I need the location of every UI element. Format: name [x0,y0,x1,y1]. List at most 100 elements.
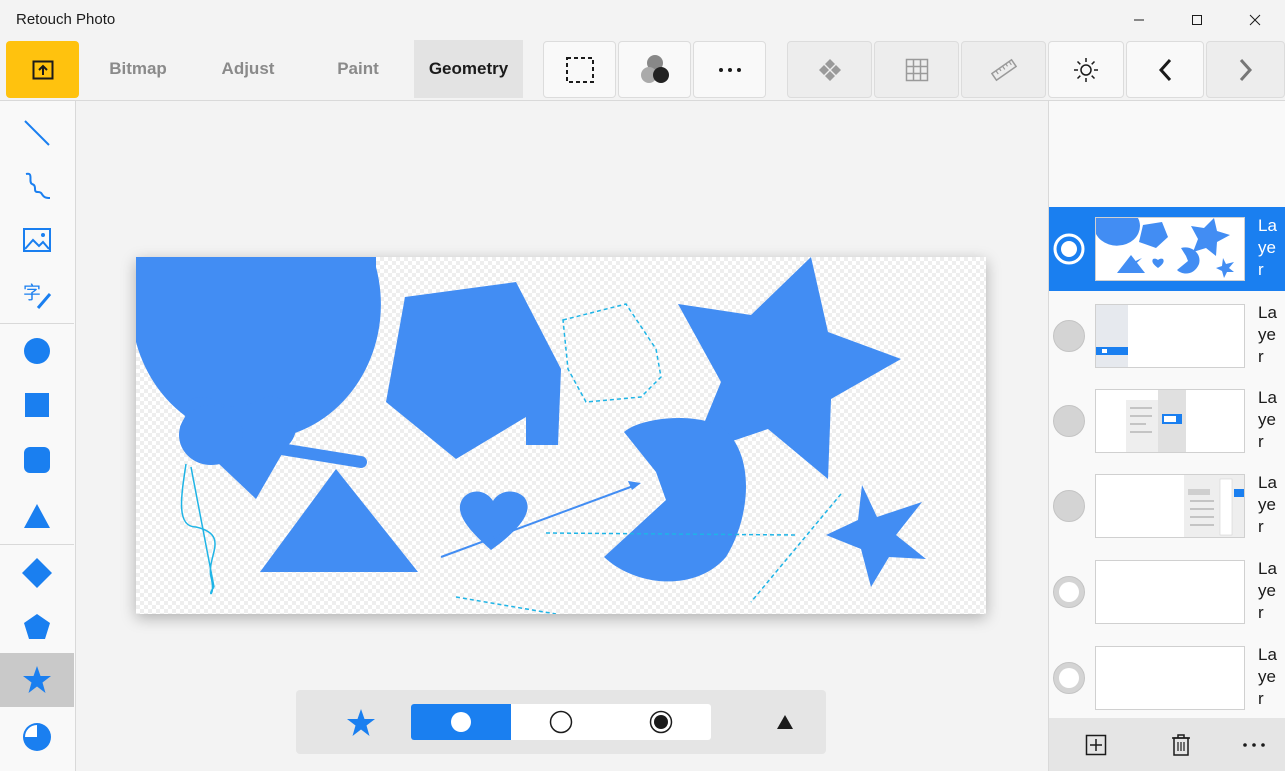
pie-shape[interactable] [604,417,746,582]
fill-mode-selector [411,704,711,740]
maximize-icon [1192,15,1202,25]
outline-circle-icon [549,710,573,734]
app-title: Retouch Photo [16,11,116,28]
add-layer-icon [1085,734,1107,755]
ruler-icon [990,58,1017,81]
image-icon [23,228,51,252]
fill-only-option[interactable] [411,704,511,740]
more-icon [1243,742,1265,747]
close-button[interactable] [1226,0,1284,40]
grid-button[interactable] [874,41,959,98]
selection-icon [565,56,594,83]
arrow-head [628,481,641,490]
rounded-square-icon [24,447,50,473]
layer-visibility-toggle[interactable] [1051,231,1087,267]
radio-ring-icon [1053,662,1085,694]
blend-button[interactable] [618,41,691,98]
pentagon-tool[interactable] [0,600,74,654]
undo-icon [1158,58,1172,81]
undo-button[interactable] [1126,41,1204,98]
layer-name: Layer [1258,303,1277,366]
redo-button[interactable] [1206,41,1285,98]
expand-options-button[interactable] [772,710,798,734]
export-button[interactable] [6,41,79,98]
export-icon [32,60,53,79]
layer-item[interactable]: Layer [1049,464,1285,548]
star-tool[interactable] [0,653,74,707]
layer-name: Layer [1258,645,1277,708]
rectangle-tool[interactable] [0,378,74,432]
image-tool[interactable] [0,213,74,267]
layers-footer [1049,718,1285,771]
layer-thumbnail-screenshot [1184,475,1244,537]
layer-name: Layer [1258,473,1277,536]
star-icon [347,709,375,736]
layer-item[interactable]: Layer [1049,294,1285,378]
dashed-polygon[interactable] [562,303,662,403]
dashed-line-2[interactable] [750,493,842,603]
small-star-shape[interactable] [826,485,926,587]
minimize-icon [1134,19,1144,21]
tab-adjust[interactable]: Adjust [204,40,292,98]
diamond-tool[interactable] [0,546,74,600]
dashed-line-3[interactable] [455,596,557,614]
selection-button[interactable] [543,41,616,98]
layer-visibility-toggle[interactable] [1051,403,1087,439]
maximize-button[interactable] [1168,0,1226,40]
svg-text:字: 字 [23,283,41,304]
radio-ring-icon [1053,576,1085,608]
layer-more-button[interactable] [1215,718,1285,771]
ruler-button[interactable] [961,41,1046,98]
triangle-tool[interactable] [0,489,74,543]
small-heart-shape[interactable] [459,491,528,550]
radio-empty-icon [1053,405,1085,437]
freehand-stroke[interactable] [180,463,216,595]
freehand-tool[interactable] [0,159,74,213]
add-layer-button[interactable] [1057,718,1135,771]
brightness-icon [1074,57,1098,82]
layer-item[interactable]: Layer [1049,636,1285,720]
tab-geometry[interactable]: Geometry [414,40,523,98]
layer-thumbnail-shapes [1096,218,1234,278]
canvas-shapes[interactable] [136,257,986,614]
layer-visibility-toggle[interactable] [1051,574,1087,610]
pentagon-shape[interactable] [386,282,561,459]
more-tools-button[interactable] [693,41,766,98]
title-bar: Retouch Photo [0,0,1285,40]
text-tool[interactable]: 字 [0,268,74,322]
drawing-canvas[interactable] [136,257,986,614]
more-icon [718,67,741,72]
layer-thumbnail [1095,217,1245,281]
close-icon [1249,14,1261,26]
line-tool[interactable] [0,106,74,160]
radio-empty-icon [1053,320,1085,352]
square-icon [25,393,49,417]
layer-item[interactable]: Layer [1049,379,1285,463]
sidebar-divider [0,544,74,545]
brightness-button[interactable] [1048,41,1124,98]
layer-item[interactable]: Layer [1049,550,1285,634]
tab-bitmap[interactable]: Bitmap [94,40,182,98]
delete-layer-button[interactable] [1142,718,1220,771]
pentagon-icon [24,614,50,639]
minimize-button[interactable] [1110,0,1168,40]
layer-thumbnail [1095,304,1245,368]
rounded-rectangle-tool[interactable] [0,433,74,487]
filled-circle-icon [451,712,471,732]
triangle-shape[interactable] [260,469,418,572]
layer-visibility-toggle[interactable] [1051,318,1087,354]
delete-layer-icon [1172,733,1190,756]
ellipse-tool[interactable] [0,324,74,378]
radio-selected-icon [1053,233,1085,265]
tab-paint[interactable]: Paint [314,40,402,98]
layer-visibility-toggle[interactable] [1051,488,1087,524]
layer-visibility-toggle[interactable] [1051,660,1087,696]
transform-button[interactable] [787,41,872,98]
expand-triangle-icon [777,715,793,729]
pie-tool[interactable] [0,710,74,764]
layer-item[interactable]: Layer [1049,207,1285,291]
shape-type-button[interactable] [344,708,378,738]
fill-and-stroke-option[interactable] [611,704,711,740]
stroke-only-option[interactable] [511,704,611,740]
triangle-icon [24,504,50,528]
